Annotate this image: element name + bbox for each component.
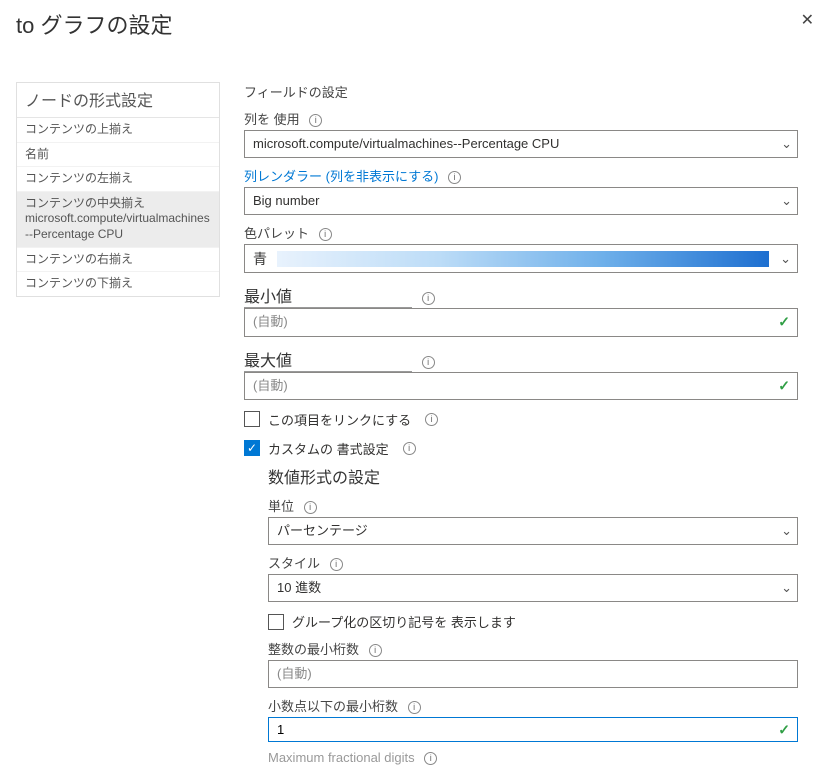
palette-swatch <box>277 251 769 267</box>
info-icon[interactable]: i <box>408 701 421 714</box>
use-column-value: microsoft.compute/virtualmachines--Perce… <box>244 130 798 158</box>
dialog-title: to グラフの設定 <box>16 0 810 42</box>
renderer-label[interactable]: 列レンダラー (列を非表示にする) i <box>244 166 798 185</box>
info-icon[interactable]: i <box>422 356 435 369</box>
unit-label-text: 単位 <box>268 499 294 514</box>
info-icon[interactable]: i <box>309 114 322 127</box>
info-icon[interactable]: i <box>403 442 416 455</box>
use-column-label: 列を 使用 i <box>244 109 798 128</box>
sidebar-item-bottom-align[interactable]: コンテンツの下揃え <box>17 272 219 296</box>
max-input[interactable]: (自動) ✓ <box>244 372 798 400</box>
info-icon[interactable]: i <box>424 752 437 765</box>
max-label: 最大値 <box>244 353 292 370</box>
style-value: 10 進数 <box>268 574 798 602</box>
renderer-value: Big number <box>244 187 798 215</box>
valid-icon: ✓ <box>778 314 790 331</box>
max-fractional-digits-label: Maximum fractional digits i <box>268 750 798 765</box>
info-icon[interactable]: i <box>330 558 343 571</box>
min-integer-digits-input[interactable]: (自動) <box>268 660 798 688</box>
min-value: (自動) <box>244 308 798 336</box>
palette-label-text: 色パレット <box>244 226 309 241</box>
min-fractional-digits-input[interactable]: ✓ <box>268 717 798 742</box>
unit-select[interactable]: パーセンテージ ⌄ <box>268 517 798 545</box>
sidebar-item-left-align[interactable]: コンテンツの左揃え <box>17 167 219 192</box>
sidebar-item-top-align[interactable]: コンテンツの上揃え <box>17 118 219 143</box>
sidebar-title: ノードの形式設定 <box>17 83 219 118</box>
unit-label: 単位 i <box>268 496 798 515</box>
min-integer-digits-value: (自動) <box>268 660 798 688</box>
info-icon[interactable]: i <box>448 171 461 184</box>
group-separator-checkbox[interactable] <box>268 614 284 630</box>
renderer-label-text: 列レンダラー (列を非表示にする) <box>244 169 438 184</box>
unit-value: パーセンテージ <box>268 517 798 545</box>
info-icon[interactable]: i <box>425 413 438 426</box>
min-integer-digits-label-text: 整数の最小桁数 <box>268 642 359 657</box>
group-separator-label: グループ化の区切り記号を 表示します <box>292 612 516 631</box>
palette-value: 青 <box>245 249 277 269</box>
sidebar-item-center-align[interactable]: コンテンツの中央揃え microsoft.compute/virtualmach… <box>17 192 219 248</box>
valid-icon: ✓ <box>778 377 790 394</box>
info-icon[interactable]: i <box>319 228 332 241</box>
info-icon[interactable]: i <box>369 644 382 657</box>
make-link-label: この項目をリンクにする <box>268 410 411 429</box>
valid-icon: ✓ <box>778 721 790 738</box>
min-input[interactable]: (自動) ✓ <box>244 308 798 336</box>
min-label: 最小値 <box>244 289 292 306</box>
chevron-down-icon: ⌄ <box>780 251 791 267</box>
sidebar: ノードの形式設定 コンテンツの上揃え 名前 コンテンツの左揃え コンテンツの中央… <box>16 82 220 297</box>
use-column-label-text: 列を 使用 <box>244 112 300 127</box>
sidebar-item-name[interactable]: 名前 <box>17 143 219 168</box>
close-icon[interactable]: ✕ <box>797 6 818 34</box>
renderer-select[interactable]: Big number ⌄ <box>244 187 798 215</box>
max-value: (自動) <box>244 372 798 400</box>
min-fractional-digits-value[interactable] <box>268 717 798 742</box>
palette-label: 色パレット i <box>244 223 798 242</box>
use-column-select[interactable]: microsoft.compute/virtualmachines--Perce… <box>244 130 798 158</box>
main-panel: フィールドの設定 列を 使用 i microsoft.compute/virtu… <box>244 82 810 767</box>
style-label: スタイル i <box>268 553 798 572</box>
custom-format-checkbox[interactable]: ✓ <box>244 440 260 456</box>
custom-format-label: カスタムの 書式設定 <box>268 439 389 458</box>
min-fractional-digits-label-text: 小数点以下の最小桁数 <box>268 699 398 714</box>
max-fractional-digits-label-text: Maximum fractional digits <box>268 750 415 765</box>
min-fractional-digits-label: 小数点以下の最小桁数 i <box>268 696 798 715</box>
field-settings-label: フィールドの設定 <box>244 82 798 101</box>
palette-select[interactable]: 青 ⌄ <box>244 244 798 273</box>
style-label-text: スタイル <box>268 556 320 571</box>
make-link-checkbox[interactable] <box>244 411 260 427</box>
info-icon[interactable]: i <box>304 501 317 514</box>
info-icon[interactable]: i <box>422 292 435 305</box>
number-format-heading: 数値形式の設定 <box>268 464 798 488</box>
sidebar-item-right-align[interactable]: コンテンツの右揃え <box>17 248 219 273</box>
style-select[interactable]: 10 進数 ⌄ <box>268 574 798 602</box>
